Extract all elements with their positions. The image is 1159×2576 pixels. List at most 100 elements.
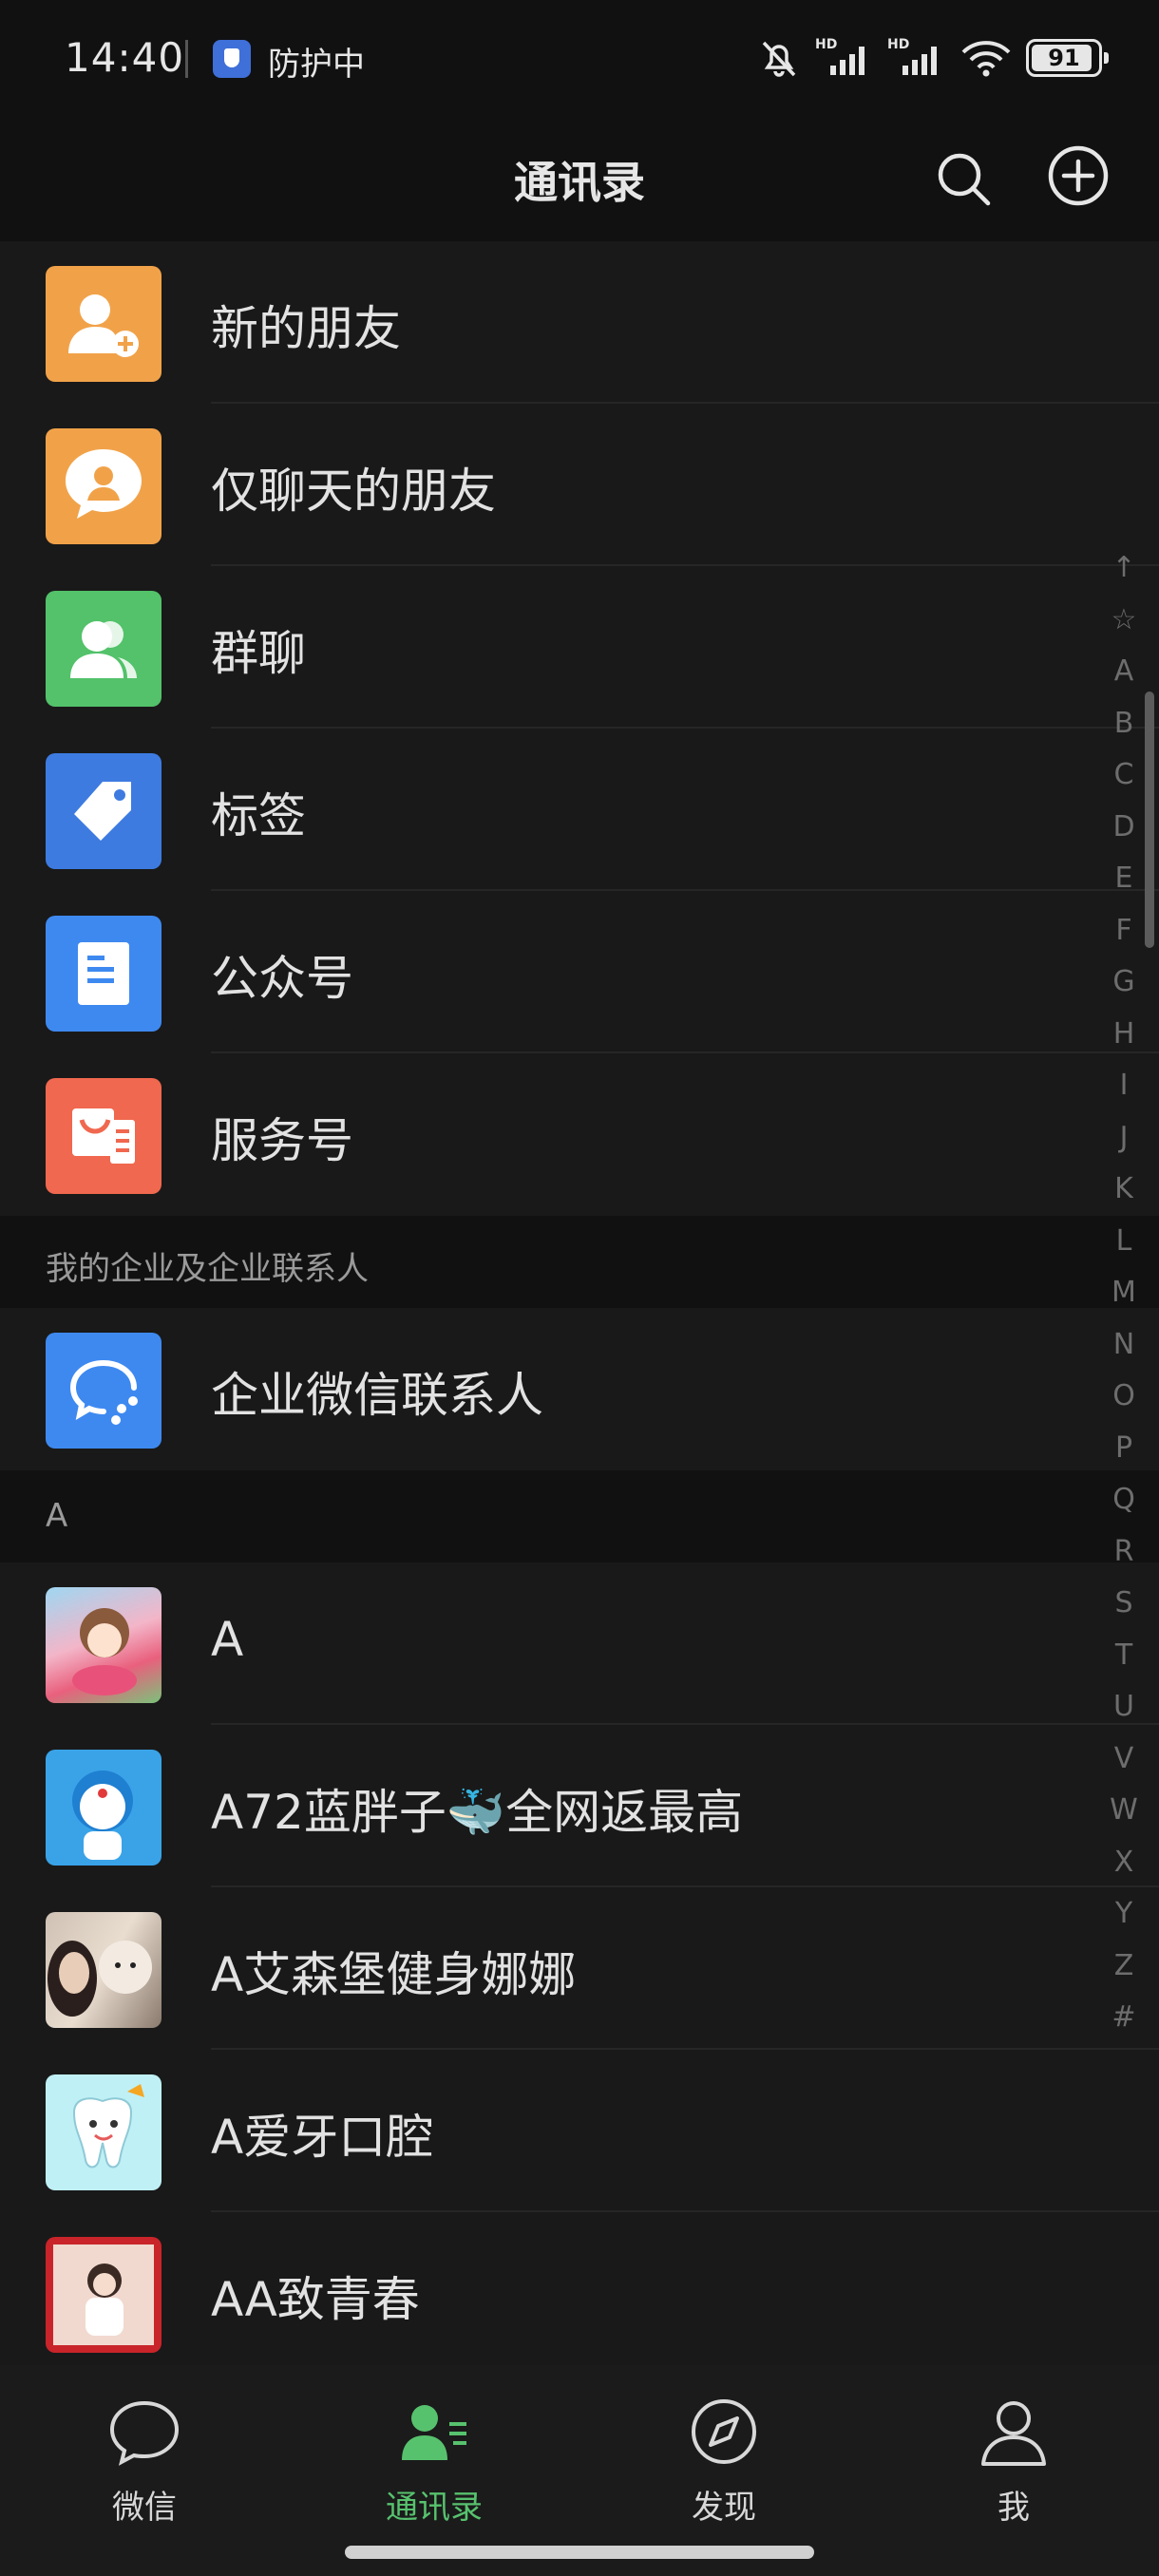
group-chat-icon [46, 591, 162, 707]
index-letter[interactable]: P [1102, 1431, 1146, 1484]
tab-discover[interactable]: 发现 [629, 2394, 819, 2528]
search-icon[interactable] [933, 148, 994, 209]
index-letter[interactable]: M [1102, 1276, 1146, 1328]
index-letter[interactable]: L [1102, 1224, 1146, 1277]
contact-name: A [211, 1612, 244, 1667]
bottom-tab-bar: 微信 通讯录 发现 我 [0, 2365, 1159, 2576]
list-item-label: 仅聊天的朋友 [211, 464, 496, 519]
index-letter[interactable]: Y [1102, 1897, 1146, 1949]
list-item-new-friends[interactable]: 新的朋友 [0, 241, 1159, 404]
list-item-tags[interactable]: 标签 [0, 729, 1159, 891]
list-item-label: 公众号 [211, 951, 353, 1006]
compass-icon [686, 2394, 762, 2470]
list-item-label: 服务号 [211, 1113, 353, 1168]
avatar [46, 2074, 162, 2190]
index-letter[interactable]: T [1102, 1638, 1146, 1691]
contact-row[interactable]: AA致青春 [0, 2212, 1159, 2375]
status-protect-text: 防护中 [268, 46, 365, 84]
list-item-label: 新的朋友 [211, 301, 401, 356]
status-separator [185, 40, 188, 78]
index-letter[interactable]: O [1102, 1379, 1146, 1431]
wifi-icon [960, 35, 1013, 81]
section-title: A [46, 1497, 68, 1535]
service-account-icon [46, 1078, 162, 1194]
tab-label: 发现 [692, 2489, 756, 2527]
index-letter[interactable]: D [1102, 810, 1146, 862]
list-item-label: 标签 [211, 788, 306, 843]
list-item-chat-only-friends[interactable]: 仅聊天的朋友 [0, 404, 1159, 566]
shield-icon [213, 40, 251, 78]
tab-label: 通讯录 [386, 2489, 483, 2527]
contact-row[interactable]: A爱牙口腔 [0, 2050, 1159, 2212]
index-letter[interactable]: ↑ [1102, 551, 1146, 603]
index-letter[interactable]: X [1102, 1846, 1146, 1898]
contacts-list[interactable]: 新的朋友 仅聊天的朋友 群聊 标签 公众号 服务号 我的企业及企业联系人 企业微… [0, 241, 1159, 2375]
status-time: 14:40 [65, 34, 185, 81]
index-letter[interactable]: # [1102, 2000, 1146, 2053]
index-letter[interactable]: U [1102, 1690, 1146, 1742]
chat-only-friend-icon [46, 428, 162, 544]
list-item-enterprise-contacts[interactable]: 企业微信联系人 [0, 1308, 1159, 1470]
index-letter[interactable]: W [1102, 1793, 1146, 1846]
index-letter[interactable]: N [1102, 1328, 1146, 1380]
index-letter[interactable]: Z [1102, 1949, 1146, 2001]
index-letter[interactable]: R [1102, 1535, 1146, 1587]
avatar [46, 1587, 162, 1703]
person-icon [976, 2394, 1052, 2470]
index-letter[interactable]: I [1102, 1069, 1146, 1121]
list-item-service-accounts[interactable]: 服务号 [0, 1053, 1159, 1216]
chat-bubble-icon [106, 2394, 182, 2470]
index-letter[interactable]: S [1102, 1586, 1146, 1638]
section-title: 我的企业及企业联系人 [46, 1250, 369, 1288]
list-item-label: 群聊 [211, 626, 306, 681]
alphabet-index[interactable]: ↑ ☆ A B C D E F G H I J K L M N O P Q R … [1102, 551, 1146, 2053]
index-letter[interactable]: E [1102, 862, 1146, 914]
contacts-icon [396, 2394, 472, 2470]
index-letter[interactable]: Q [1102, 1483, 1146, 1535]
status-bar: 14:40 防护中 HD HD 91 [0, 0, 1159, 123]
contact-row[interactable]: A艾森堡健身娜娜 [0, 1887, 1159, 2050]
wecom-icon [46, 1333, 162, 1449]
index-letter[interactable]: B [1102, 707, 1146, 759]
tab-me[interactable]: 我 [919, 2394, 1109, 2528]
index-letter[interactable]: A [1102, 654, 1146, 707]
tag-icon [46, 753, 162, 869]
section-header-enterprise: 我的企业及企业联系人 [0, 1216, 1159, 1308]
contact-name: A爱牙口腔 [211, 2110, 434, 2165]
index-letter[interactable]: V [1102, 1742, 1146, 1794]
avatar [46, 1912, 162, 2028]
tab-chats[interactable]: 微信 [49, 2394, 239, 2528]
hd-signal-icon: HD [887, 35, 946, 81]
scrollbar[interactable] [1145, 691, 1154, 948]
tab-contacts[interactable]: 通讯录 [339, 2394, 529, 2528]
tab-label: 我 [998, 2489, 1030, 2527]
contact-name: A72蓝胖子🐳全网返最高 [211, 1785, 744, 1840]
index-letter[interactable]: H [1102, 1017, 1146, 1070]
contact-row[interactable]: A72蓝胖子🐳全网返最高 [0, 1725, 1159, 1887]
hd-signal-icon: HD [815, 35, 874, 81]
contact-row[interactable]: A [0, 1563, 1159, 1725]
official-account-icon [46, 916, 162, 1032]
index-letter[interactable]: F [1102, 914, 1146, 966]
section-header-letter: A [0, 1470, 1159, 1563]
index-letter[interactable]: J [1102, 1121, 1146, 1173]
svg-text:HD: HD [815, 37, 837, 52]
index-letter[interactable]: C [1102, 758, 1146, 810]
list-item-group-chats[interactable]: 群聊 [0, 566, 1159, 729]
svg-text:HD: HD [887, 37, 909, 52]
index-letter[interactable]: ☆ [1102, 603, 1146, 655]
new-friend-icon [46, 266, 162, 382]
nav-bar: 通讯录 [0, 123, 1159, 241]
index-letter[interactable]: G [1102, 965, 1146, 1017]
index-letter[interactable]: K [1102, 1172, 1146, 1224]
avatar [46, 2237, 162, 2353]
list-item-label: 企业微信联系人 [211, 1368, 543, 1423]
avatar [46, 1750, 162, 1866]
contact-name: AA致青春 [211, 2272, 420, 2327]
list-item-official-accounts[interactable]: 公众号 [0, 891, 1159, 1053]
home-indicator[interactable] [345, 2546, 814, 2559]
battery-level: 91 [1048, 45, 1080, 71]
add-circle-icon[interactable] [1047, 144, 1110, 207]
battery-icon: 91 [1026, 39, 1109, 77]
status-right-icons: HD HD 91 [756, 34, 1109, 82]
